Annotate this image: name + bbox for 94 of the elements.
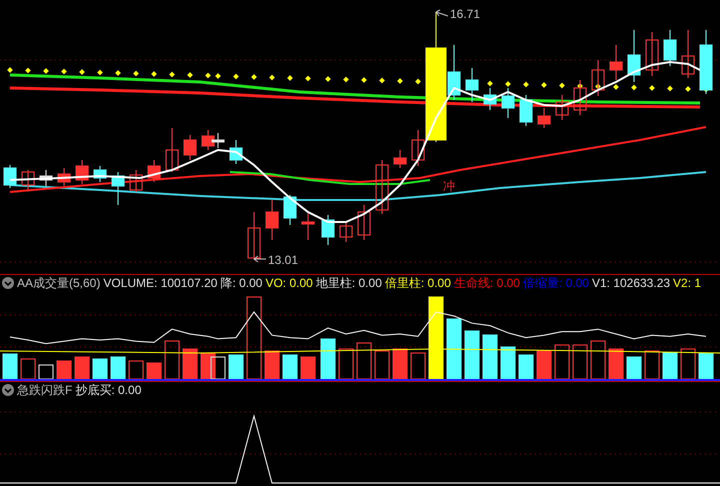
volume-bar [128,360,144,380]
candlestick [574,80,586,116]
candlestick [148,160,160,182]
candlestick [376,160,388,214]
candlestick [166,128,178,172]
volume-bar [300,356,316,380]
candlestick [22,170,34,190]
volume-bar [482,334,498,380]
candlestick [610,44,622,80]
candlestick [4,164,16,188]
volume-bar [626,356,642,380]
volume-bar [2,354,18,380]
candlestick [592,60,604,96]
collapse-icon[interactable] [2,277,14,289]
volume-bar [164,340,180,380]
indicator-reading: 倍里柱: 0.00 [384,274,451,292]
volume-bar [662,352,678,380]
candlestick [556,94,568,120]
candlestick [628,30,640,82]
candlestick [340,222,352,242]
candlestick [538,108,550,128]
candlestick [302,212,314,240]
volume-bar [608,348,624,380]
volume-bar [74,356,90,380]
candlestick [284,194,296,226]
indicator-reading: VO: 0.00 [265,276,313,290]
indicator-reading: 倍缩量: 0.00 [522,274,589,292]
volume-bar [282,354,298,380]
volume-bar [228,354,244,380]
volume-bar [554,344,570,380]
candlestick [40,170,52,186]
volume-bar [680,348,696,380]
candlestick [358,204,370,240]
volume-bar [392,348,408,380]
volume-bar [320,338,336,380]
volume-bar [264,350,280,380]
indicator-reading: 抄底买: 0.00 [75,382,142,398]
candlestick [94,166,106,182]
signal-label: 冲 [443,179,455,193]
price-marker-drawing [254,256,266,262]
indicator-reading: 生命线: 0.00 [454,274,520,292]
volume-bar [446,318,462,380]
volume-bar [56,360,72,380]
candlestick [322,214,334,246]
candlestick [76,160,88,184]
candlestick [230,140,242,164]
indicator-reading: 降: 0.00 [220,274,262,292]
volume-bar [374,350,390,380]
candlestick [212,132,224,148]
candlestick [682,30,694,78]
price-marker-drawing [436,10,448,16]
indicator-reading: VOLUME: 100107.20 [103,276,218,290]
candlestick [130,170,142,192]
volume-bar [536,350,552,380]
volume-bar [644,350,660,380]
candlestick [58,168,70,186]
collapse-icon[interactable] [2,384,14,396]
candlestick [394,150,406,168]
volume-bar [590,340,606,380]
volume-bar [146,362,162,380]
indicator-name: 急跌闪跌F [17,382,72,398]
volume-bar [38,364,54,380]
candlestick [520,94,532,126]
candlestick [646,32,658,76]
volume-bar [518,354,534,380]
volume-bar [410,352,426,380]
volume-bar [20,358,36,380]
candlestick [112,172,124,206]
candlestick [266,200,278,240]
volume-bar [210,356,226,380]
indicator-reading: V1: 102633.23 [592,276,670,290]
candlestick [484,88,496,110]
candlestick [184,134,196,160]
volume-bar [110,356,126,380]
volume-bar [338,348,354,380]
candlestick [248,212,260,260]
indicator-name: AA成交量(5,60) [17,274,100,292]
volume-bar [572,344,588,380]
volume-bar [500,346,516,380]
volume-bar [356,342,372,380]
candlestick [202,130,214,150]
volume-bar [182,348,198,380]
indicator-reading: V2: 1 [673,276,702,290]
candlestick [700,30,712,94]
indicator-reading: 地里柱: 0.00 [316,274,382,292]
high-price-label: 16.71 [450,7,480,21]
candlestick [466,68,478,102]
candlestick [664,30,676,66]
volume-bar [698,352,714,380]
volume-bar [200,352,216,380]
volume-bar [464,330,480,380]
volume-bar [92,358,108,380]
candlestick [502,88,514,118]
low-price-label: 13.01 [268,253,298,267]
